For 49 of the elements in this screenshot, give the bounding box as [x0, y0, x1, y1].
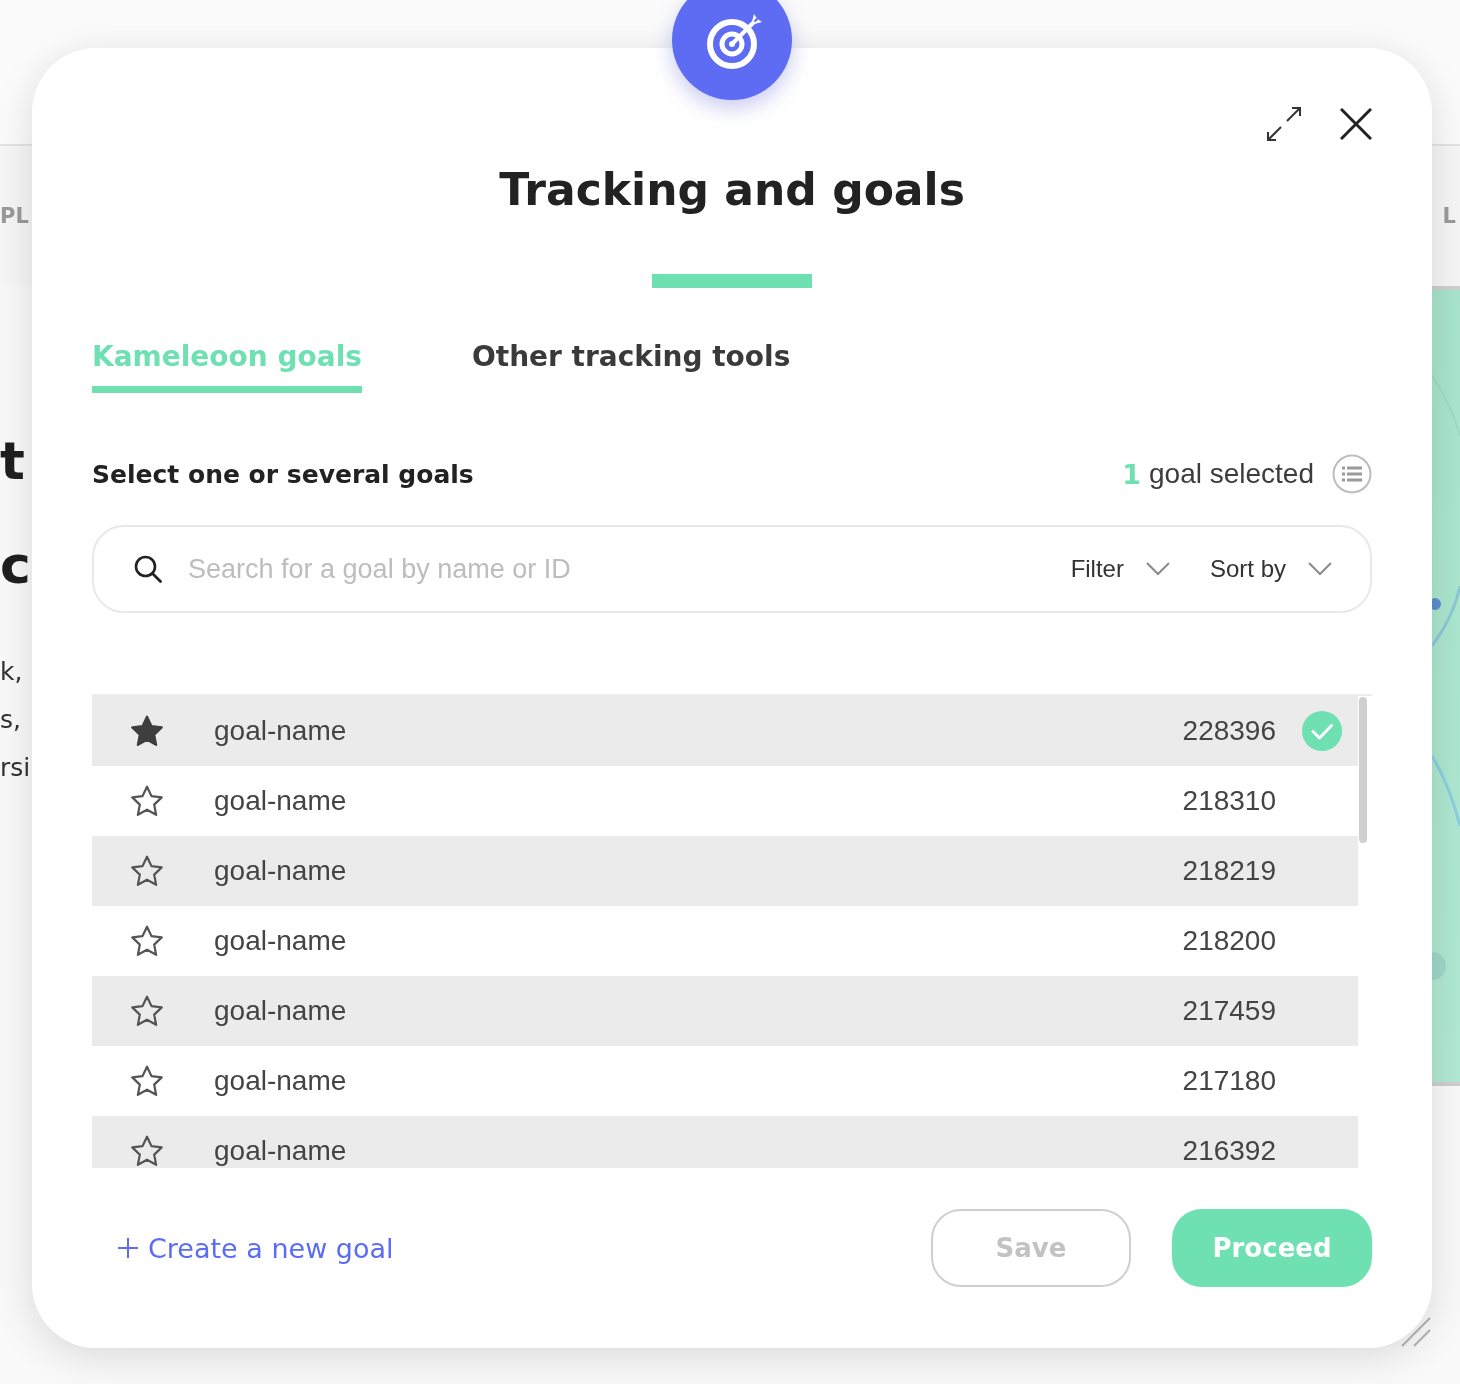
dialog-title: Tracking and goals: [499, 163, 965, 217]
goal-id: 228396: [1182, 716, 1276, 746]
star-icon[interactable]: [131, 1065, 163, 1097]
goal-row[interactable]: goal-name 218219: [92, 836, 1358, 906]
create-goal-link[interactable]: Create a new goal: [117, 1232, 394, 1264]
goal-id: 218219: [1182, 856, 1276, 886]
goal-name: goal-name: [214, 996, 348, 1026]
selected-count: 1: [1122, 458, 1141, 490]
search-field[interactable]: Search for a goal by name or ID: [188, 549, 1031, 589]
section-title: Select one or several goals: [92, 459, 474, 489]
goal-name: goal-name: [214, 1136, 348, 1166]
goal-name: goal-name: [214, 1066, 348, 1096]
hero-heading: c: [0, 534, 31, 597]
goal-id: 218310: [1182, 786, 1276, 816]
hero-heading: t: [0, 430, 25, 493]
hero-text: rsi: [0, 752, 31, 784]
search-icon: [134, 555, 162, 583]
star-icon[interactable]: [131, 995, 163, 1027]
goal-id: 217180: [1182, 1066, 1276, 1096]
hero-text: k,: [0, 656, 23, 688]
chevron-down-icon: [1308, 562, 1332, 576]
scrollbar-thumb[interactable]: [1359, 697, 1367, 843]
goal-name: goal-name: [214, 716, 348, 746]
dropdown-button[interactable]: Sort by: [1209, 555, 1332, 583]
goal-id: 217459: [1182, 996, 1276, 1026]
hero-text: s,: [0, 704, 21, 736]
selected-label: goal selected: [1149, 458, 1314, 490]
star-icon[interactable]: [131, 1135, 163, 1167]
search-bar[interactable]: Search for a goal by name or ID Filter Sort by: [92, 525, 1372, 613]
star-icon[interactable]: [131, 925, 163, 957]
goal-id: 216392: [1182, 1136, 1276, 1166]
close-icon[interactable]: [1340, 108, 1372, 140]
goal-row[interactable]: goal-name 228396: [92, 696, 1358, 766]
star-icon[interactable]: [131, 785, 163, 817]
resize-grip-icon[interactable]: [1400, 1316, 1432, 1348]
expand-icon[interactable]: [1266, 106, 1302, 142]
goal-name: goal-name: [214, 786, 348, 816]
list-icon[interactable]: [1332, 454, 1372, 494]
chevron-down-icon: [1145, 562, 1170, 576]
goal-name: goal-name: [214, 856, 348, 886]
goal-name: goal-name: [214, 926, 348, 956]
dropdown-button[interactable]: Filter: [1070, 555, 1170, 583]
star-icon[interactable]: [131, 715, 163, 747]
tab[interactable]: Other tracking tools: [471, 339, 791, 393]
goal-row[interactable]: goal-name 216392: [92, 1116, 1358, 1168]
plus-icon: [117, 1237, 139, 1259]
star-icon[interactable]: [131, 855, 163, 887]
goal-id: 218200: [1182, 926, 1276, 956]
goal-row[interactable]: goal-name 217459: [92, 976, 1358, 1046]
